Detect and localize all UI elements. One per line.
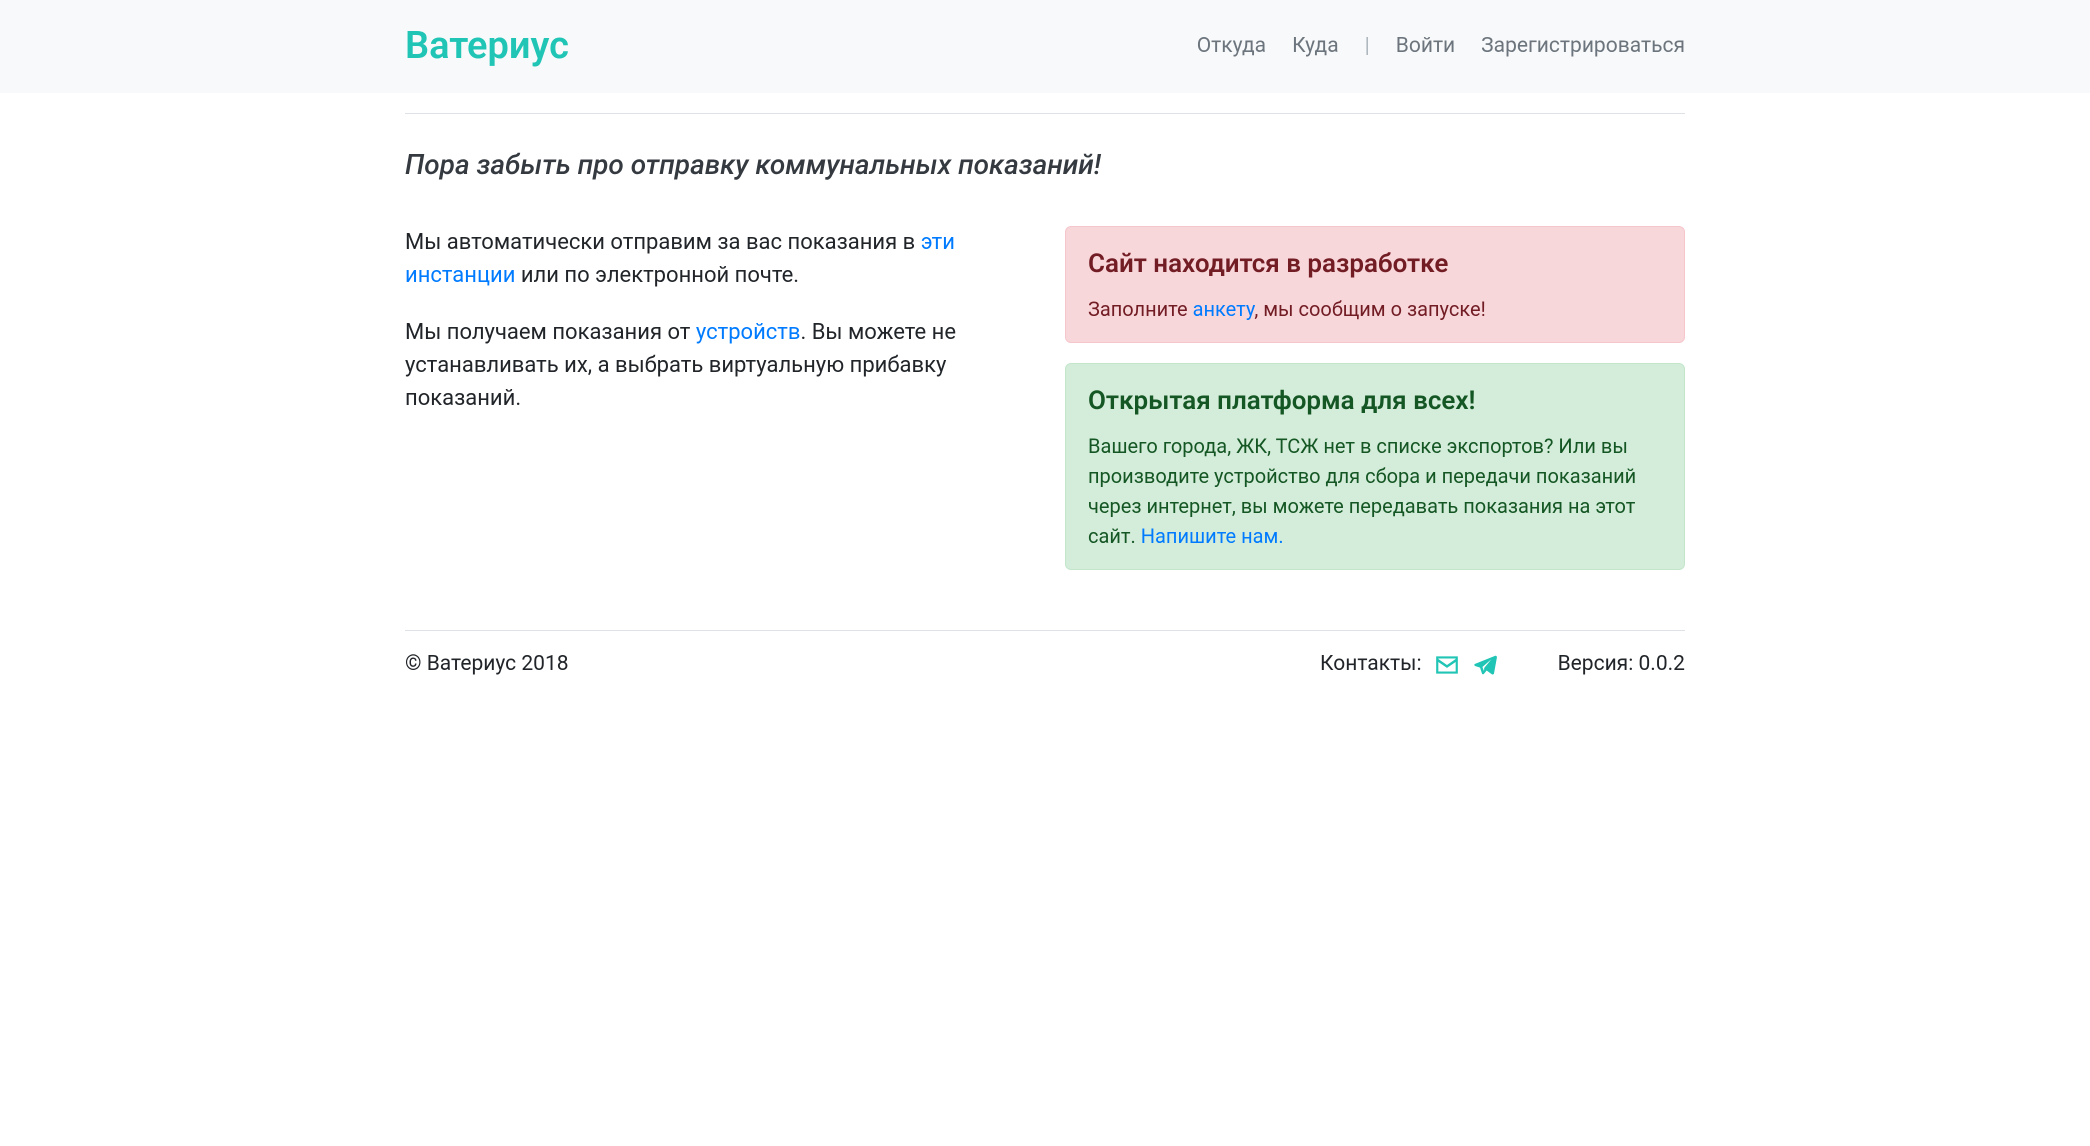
footer-version: Версия: 0.0.2 [1558,649,1685,681]
nav-links: Откуда Куда | Войти Зарегистрироваться [1197,31,1685,63]
nav-register[interactable]: Зарегистрироваться [1481,31,1685,63]
divider-bottom [405,630,1685,631]
alert-heading: Сайт находится в разработке [1088,245,1662,284]
text: , мы сообщим о запуске! [1254,297,1485,321]
content-row: Мы автоматически отправим за вас показан… [405,226,1685,590]
nav-separator: | [1365,31,1370,63]
text: Заполните [1088,297,1193,321]
contacts-label: Контакты: [1320,649,1422,681]
alert-development: Сайт находится в разработке Заполните ан… [1065,226,1685,343]
content-left: Мы автоматически отправим за вас показан… [405,226,1025,590]
brand-logo[interactable]: Ватериус [405,18,569,75]
footer-contacts: Контакты: [1320,649,1498,681]
intro-para-2: Мы получаем показания от устройств. Вы м… [405,316,1025,415]
text: Мы автоматически отправим за вас показан… [405,230,921,255]
navbar: Ватериус Откуда Куда | Войти Зарегистрир… [0,0,2090,93]
alert-body: Вашего города, ЖК, ТСЖ нет в списке эксп… [1088,431,1662,551]
footer: © Ватериус 2018 Контакты: Версия: 0.0.2 [405,649,1685,711]
content-right: Сайт находится в разработке Заполните ан… [1065,226,1685,590]
text: Мы получаем показания от [405,320,696,345]
telegram-icon[interactable] [1472,652,1498,678]
slogan: Пора забыть про отправку коммунальных по… [405,144,1685,186]
text: или по электронной почте. [515,263,799,288]
divider-top [405,113,1685,114]
alert-open-platform: Открытая платформа для всех! Вашего горо… [1065,363,1685,570]
alert-body: Заполните анкету, мы сообщим о запуске! [1088,294,1662,324]
link-survey[interactable]: анкету [1193,297,1255,321]
email-icon[interactable] [1434,652,1460,678]
nav-to[interactable]: Куда [1292,31,1339,63]
link-write-us[interactable]: Напишите нам. [1141,524,1284,548]
nav-login[interactable]: Войти [1396,31,1455,63]
link-devices[interactable]: устройств [696,320,801,345]
alert-heading: Открытая платформа для всех! [1088,382,1662,421]
intro-para-1: Мы автоматически отправим за вас показан… [405,226,1025,292]
nav-from[interactable]: Откуда [1197,31,1266,63]
footer-copyright: © Ватериус 2018 [405,649,569,681]
